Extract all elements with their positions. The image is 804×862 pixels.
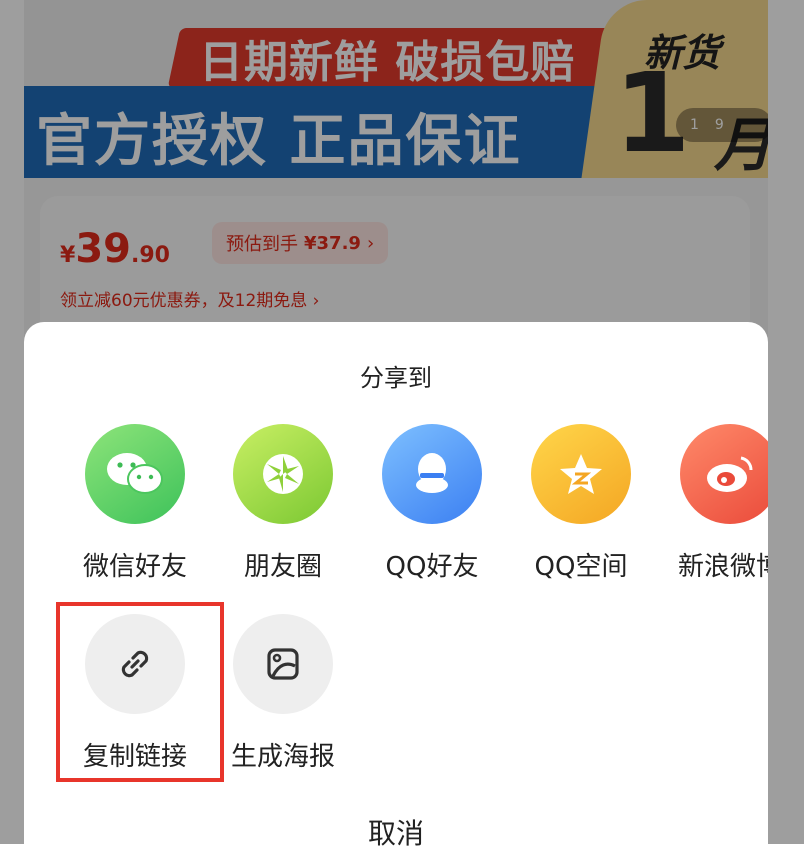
share-qq-friend[interactable]: QQ好友	[367, 424, 497, 583]
weibo-icon	[680, 424, 768, 524]
cancel-button[interactable]: 取消	[24, 812, 768, 852]
share-item-label: QQ空间	[534, 552, 628, 582]
poster-icon	[233, 614, 333, 714]
qq-icon	[382, 424, 482, 524]
share-qzone[interactable]: QQ空间	[516, 424, 646, 583]
share-item-label: 微信好友	[82, 552, 187, 582]
moments-icon	[233, 424, 333, 524]
qzone-icon	[531, 424, 631, 524]
share-moments[interactable]: 朋友圈	[218, 424, 348, 583]
share-sheet-title: 分享到	[360, 364, 432, 392]
share-weibo[interactable]: 新浪微博	[665, 424, 768, 583]
share-item-label: 新浪微博	[677, 552, 768, 582]
share-item-label: 朋友圈	[243, 552, 322, 582]
share-wechat-friend[interactable]: 微信好友	[70, 424, 200, 583]
generate-poster-button[interactable]: 生成海报	[218, 614, 348, 773]
copy-link-highlight-box	[56, 602, 224, 782]
share-item-label: QQ好友	[385, 552, 479, 582]
share-item-label: 生成海报	[230, 742, 335, 772]
wechat-icon	[85, 424, 185, 524]
